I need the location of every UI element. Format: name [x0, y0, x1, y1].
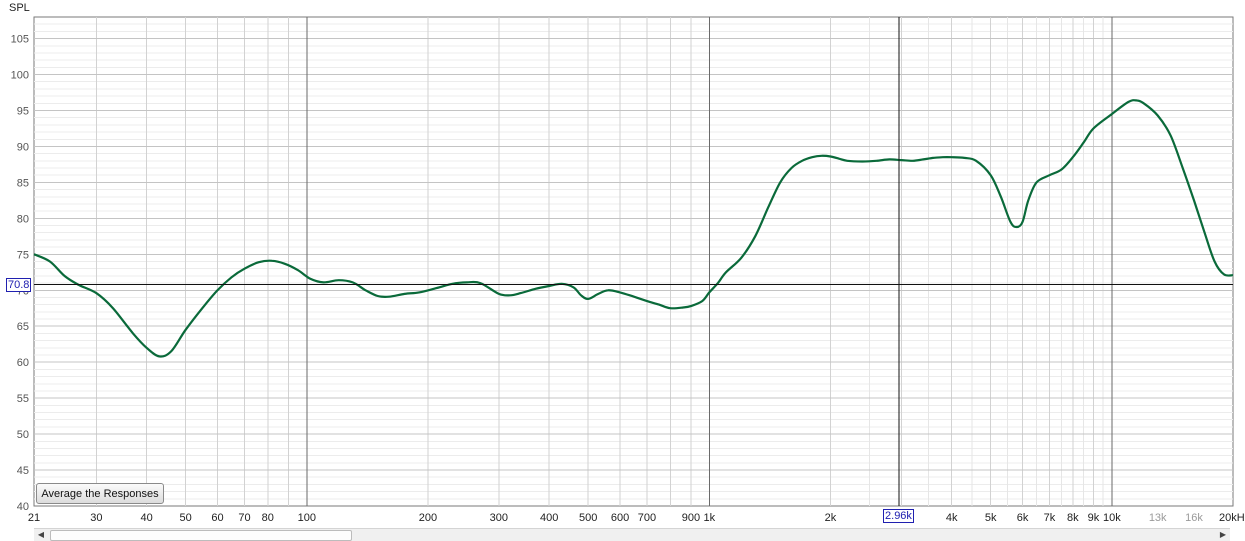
x-tick-label: 16k: [1185, 512, 1203, 524]
x-tick-label: 200: [419, 512, 437, 524]
y-tick-label: 75: [17, 249, 29, 261]
x-tick-label: 1k: [704, 512, 716, 524]
x-tick-label: 400: [540, 512, 558, 524]
x-tick-label: 10k: [1103, 512, 1121, 524]
x-tick-label: 9k: [1088, 512, 1100, 524]
horizontal-scrollbar[interactable]: ◀ ▶: [34, 528, 1230, 541]
x-tick-label: 30: [90, 512, 102, 524]
x-tick-labels: 21 30 40 50 60 70 80 100 200 300 400 500 600 700 900 1k…: [28, 512, 1245, 524]
cursor-frequency-readout: 2.96k: [883, 509, 914, 523]
frequency-response-chart: 105 100 95 90 85 80 75 70 65 60 55 50 45 40 21 30 40 50 6…: [9, 2, 1245, 524]
x-tick-label: 6k: [1017, 512, 1029, 524]
x-tick-label: 8k: [1067, 512, 1079, 524]
x-tick-label: 500: [579, 512, 597, 524]
y-tick-label: 60: [17, 357, 29, 369]
scroll-left-arrow-icon[interactable]: ◀: [34, 529, 48, 541]
scrollbar-thumb[interactable]: [50, 530, 352, 541]
y-tick-label: 55: [17, 393, 29, 405]
x-tick-label: 2k: [825, 512, 837, 524]
y-tick-label: 50: [17, 429, 29, 441]
x-tick-label: 50: [180, 512, 192, 524]
x-tick-label: 80: [262, 512, 274, 524]
x-tick-label: 7k: [1044, 512, 1056, 524]
x-tick-label: 60: [211, 512, 223, 524]
x-tick-label: 700: [638, 512, 656, 524]
x-tick-label: 4k: [946, 512, 958, 524]
y-tick-label: 105: [11, 34, 29, 46]
y-tick-label: 65: [17, 321, 29, 333]
y-axis-title: SPL: [9, 2, 30, 14]
x-tick-label: 300: [490, 512, 508, 524]
x-tick-label: 100: [298, 512, 316, 524]
x-tick-label: 40: [141, 512, 153, 524]
x-tick-label: 900: [682, 512, 700, 524]
y-tick-label: 95: [17, 105, 29, 117]
y-tick-labels: 105100959085807570656055504540: [11, 34, 29, 513]
y-tick-label: 90: [17, 141, 29, 153]
x-tick-label: 600: [611, 512, 629, 524]
average-responses-button[interactable]: Average the Responses: [36, 483, 164, 504]
y-tick-label: 45: [17, 465, 29, 477]
x-tick-label: 20kHz: [1219, 512, 1245, 524]
y-tick-label: 80: [17, 213, 29, 225]
y-tick-label: 85: [17, 177, 29, 189]
x-tick-label: 70: [238, 512, 250, 524]
x-tick-label: 5k: [985, 512, 997, 524]
x-tick-label: 13k: [1149, 512, 1167, 524]
y-tick-label: 100: [11, 70, 29, 82]
scroll-right-arrow-icon[interactable]: ▶: [1216, 529, 1230, 541]
x-tick-label: 21: [28, 512, 40, 524]
cursor-level-readout: 70.8: [6, 277, 32, 292]
